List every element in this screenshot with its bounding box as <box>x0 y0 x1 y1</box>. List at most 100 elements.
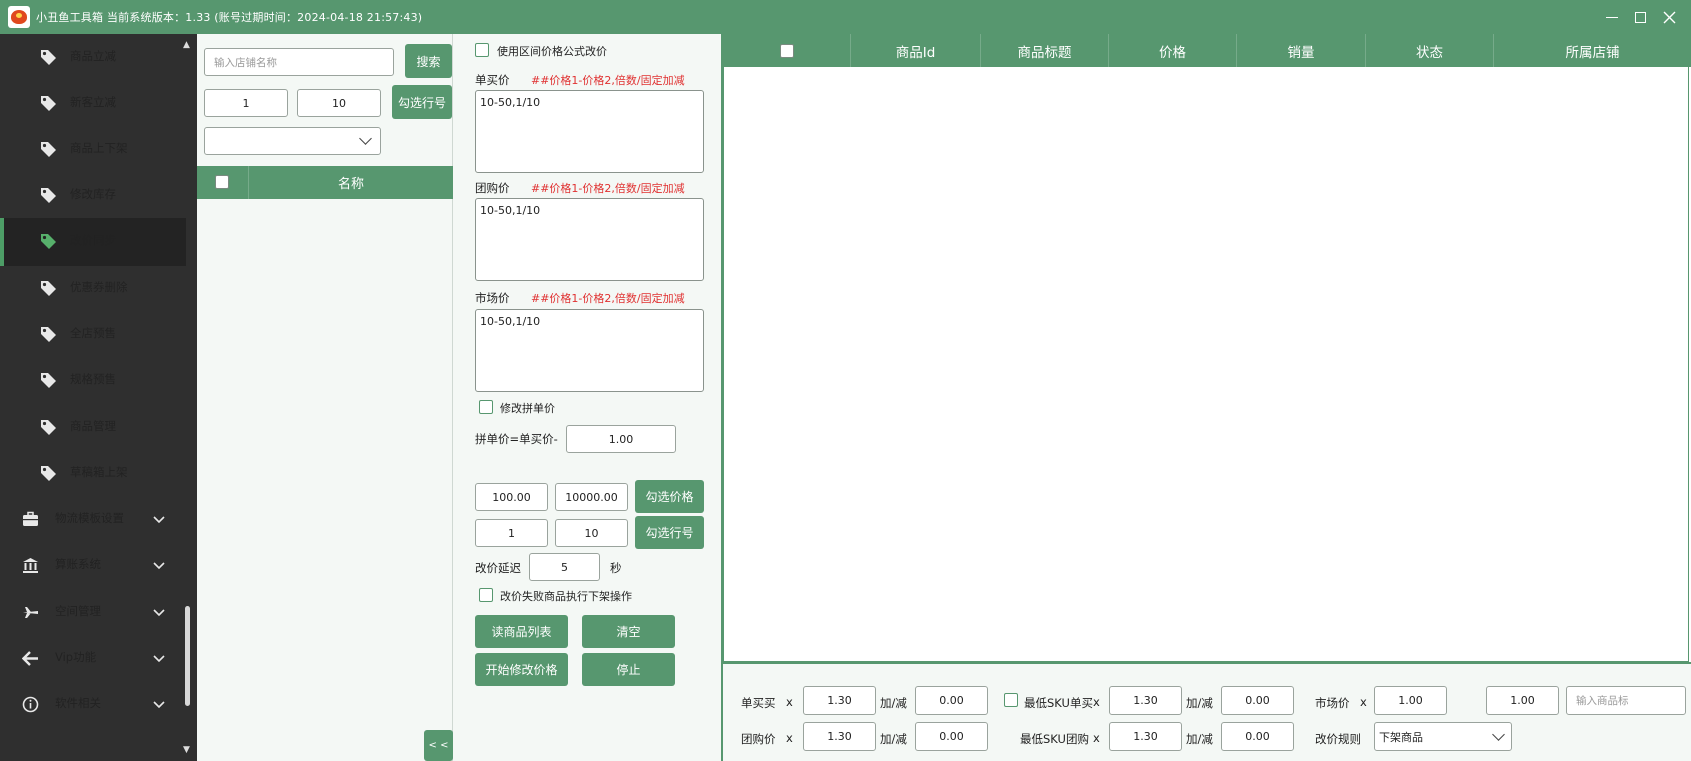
pin-price-input[interactable]: 1.00 <box>566 425 676 453</box>
sidebar-group-software[interactable]: 软件相关 <box>0 681 186 729</box>
sidebar-item-store-presale[interactable]: 全店预售 <box>0 311 186 359</box>
chevron-down-icon <box>359 132 372 145</box>
close-icon <box>1663 11 1675 23</box>
briefcase-icon <box>23 511 38 526</box>
minimize-button[interactable] <box>1602 7 1622 27</box>
shop-search-input[interactable]: 输入店铺名称 <box>204 48 394 76</box>
group-mult-input[interactable]: 1.30 <box>803 722 876 751</box>
single-price-textarea[interactable]: 10-50,1/10 <box>475 90 704 173</box>
sidebar-item-price-sync[interactable]: 改价同步 <box>0 218 186 266</box>
sidebar-item-product-manage[interactable]: 商品管理 <box>0 404 186 452</box>
product-title-search-placeholder: 输入商品标 <box>1576 695 1629 707</box>
chevron-down-icon <box>153 562 165 570</box>
min-sku-group-add-input[interactable]: 0.00 <box>1221 722 1294 751</box>
maximize-button[interactable] <box>1630 7 1650 27</box>
group-price-textarea[interactable]: 10-50,1/10 <box>475 198 704 281</box>
price-rule-select[interactable]: 下架商品 <box>1374 722 1512 751</box>
sidebar-item-new-customer-discount[interactable]: 新客立减 <box>0 80 186 128</box>
pin-formula-label: 拼单价=单买价- <box>475 432 558 446</box>
shop-search-placeholder: 输入店铺名称 <box>214 56 277 69</box>
shop-panel: 输入店铺名称 搜索 1 10 勾选行号 名称 < < <box>197 34 453 761</box>
clear-button[interactable]: 清空 <box>582 615 675 648</box>
sidebar-item-draft-publish[interactable]: 草稿箱上架 <box>0 450 186 498</box>
single-add-input[interactable]: 0.00 <box>915 686 988 715</box>
tag-icon <box>41 188 56 203</box>
sidebar-group-vip[interactable]: Vip功能 <box>0 635 186 683</box>
multiply-label: x <box>1360 695 1367 709</box>
min-sku-single-mult-input[interactable]: 1.30 <box>1109 686 1182 715</box>
product-grid-body[interactable] <box>723 67 1689 662</box>
sidebar-scrollbar[interactable] <box>185 606 190 706</box>
sidebar-item-stock[interactable]: 修改库存 <box>0 172 186 220</box>
min-sku-group-mult-input[interactable]: 1.30 <box>1109 722 1182 751</box>
delay-input[interactable]: 5 <box>529 553 600 581</box>
multiply-label: x <box>1093 695 1100 709</box>
single-price-hint: ##价格1-价格2,倍数/固定加减 <box>531 74 685 87</box>
close-button[interactable] <box>1659 7 1679 27</box>
sidebar-group-accounting[interactable]: 算账系统 <box>0 542 186 590</box>
multiply-label: x <box>786 731 793 745</box>
row-from-input[interactable]: 1 <box>475 519 548 547</box>
column-price[interactable]: 价格 <box>1109 34 1237 67</box>
group-add-input[interactable]: 0.00 <box>915 722 988 751</box>
price-settings-panel: 使用区间价格公式改价 单买价 ##价格1-价格2,倍数/固定加减 10-50,1… <box>453 34 723 761</box>
product-grid-area: 商品Id 商品标题 价格 销量 状态 所属店铺 单买买 x 1.30 加/减 0… <box>723 34 1691 761</box>
price-rule-label: 改价规则 <box>1315 732 1361 746</box>
sidebar-group-space[interactable]: 空间管理 <box>0 589 186 637</box>
sidebar-item-shelf[interactable]: 商品上下架 <box>0 126 186 174</box>
chevron-down-icon <box>153 701 165 709</box>
shop-table-header: 名称 <box>197 166 453 199</box>
single-mult-input[interactable]: 1.30 <box>803 686 876 715</box>
add-sub-label: 加/减 <box>880 732 907 746</box>
maximize-icon <box>1634 11 1646 23</box>
column-product-id[interactable]: 商品Id <box>851 34 981 67</box>
chevron-down-icon <box>153 516 165 524</box>
column-product-title[interactable]: 商品标题 <box>981 34 1109 67</box>
product-title-search-input[interactable]: 输入商品标 <box>1566 686 1686 715</box>
group-price-hint: ##价格1-价格2,倍数/固定加减 <box>531 182 685 195</box>
sidebar-item-label: 改价同步 <box>70 233 116 247</box>
market-add-input[interactable]: 1.00 <box>1486 686 1559 715</box>
sidebar-item-label: 商品管理 <box>70 419 116 433</box>
market-mult-input[interactable]: 1.00 <box>1374 686 1447 715</box>
shop-dropdown[interactable] <box>204 127 381 155</box>
sidebar-item-label: 全店预售 <box>70 326 116 340</box>
market-price-label: 市场价 <box>475 291 510 305</box>
read-product-list-button[interactable]: 读商品列表 <box>475 615 568 648</box>
column-status[interactable]: 状态 <box>1366 34 1494 67</box>
arrow-left-icon <box>22 651 38 666</box>
multiply-label: x <box>786 695 793 709</box>
stop-button[interactable]: 停止 <box>582 653 675 686</box>
select-price-button[interactable]: 勾选价格 <box>635 480 704 513</box>
use-formula-checkbox[interactable] <box>475 43 489 57</box>
min-sku-single-add-input[interactable]: 0.00 <box>1221 686 1294 715</box>
shop-select-rows-button[interactable]: 勾选行号 <box>392 85 452 119</box>
tag-icon <box>41 327 56 342</box>
delay-unit-label: 秒 <box>610 561 622 575</box>
column-shop[interactable]: 所属店铺 <box>1494 34 1691 67</box>
column-sales[interactable]: 销量 <box>1237 34 1366 67</box>
group-price-label: 团购价 <box>741 732 776 746</box>
shop-row-to-input[interactable]: 10 <box>297 89 381 117</box>
shop-search-button[interactable]: 搜索 <box>405 44 452 78</box>
shop-row-from-input[interactable]: 1 <box>204 89 288 117</box>
sidebar-group-logistics[interactable]: 物流模板设置 <box>0 496 186 544</box>
price-min-input[interactable]: 100.00 <box>475 483 548 511</box>
min-sku-single-checkbox[interactable] <box>1004 693 1018 707</box>
price-max-input[interactable]: 10000.00 <box>555 483 628 511</box>
sidebar-item-sku-presale[interactable]: 规格预售 <box>0 357 186 405</box>
sidebar-item-coupon-delete[interactable]: 优惠券删除 <box>0 265 186 313</box>
minimize-icon <box>1606 16 1618 18</box>
market-price-textarea[interactable]: 10-50,1/10 <box>475 309 704 392</box>
grid-select-all-checkbox[interactable] <box>779 43 794 58</box>
sidebar-scroll-down-icon[interactable]: ▼ <box>183 745 190 755</box>
start-modify-price-button[interactable]: 开始修改价格 <box>475 653 568 686</box>
select-rows-button[interactable]: 勾选行号 <box>635 516 704 549</box>
window-title: 小丑鱼工具箱 当前系统版本：1.33 (账号过期时间：2024-04-18 21… <box>36 11 423 24</box>
sidebar-item-product-discount[interactable]: 商品立减 <box>0 34 186 82</box>
shop-select-all-checkbox[interactable] <box>215 175 229 189</box>
row-to-input[interactable]: 10 <box>555 519 628 547</box>
collapse-button[interactable]: < < <box>424 730 453 761</box>
fail-offshelf-checkbox[interactable] <box>479 588 493 602</box>
modify-pin-price-checkbox[interactable] <box>479 400 493 414</box>
